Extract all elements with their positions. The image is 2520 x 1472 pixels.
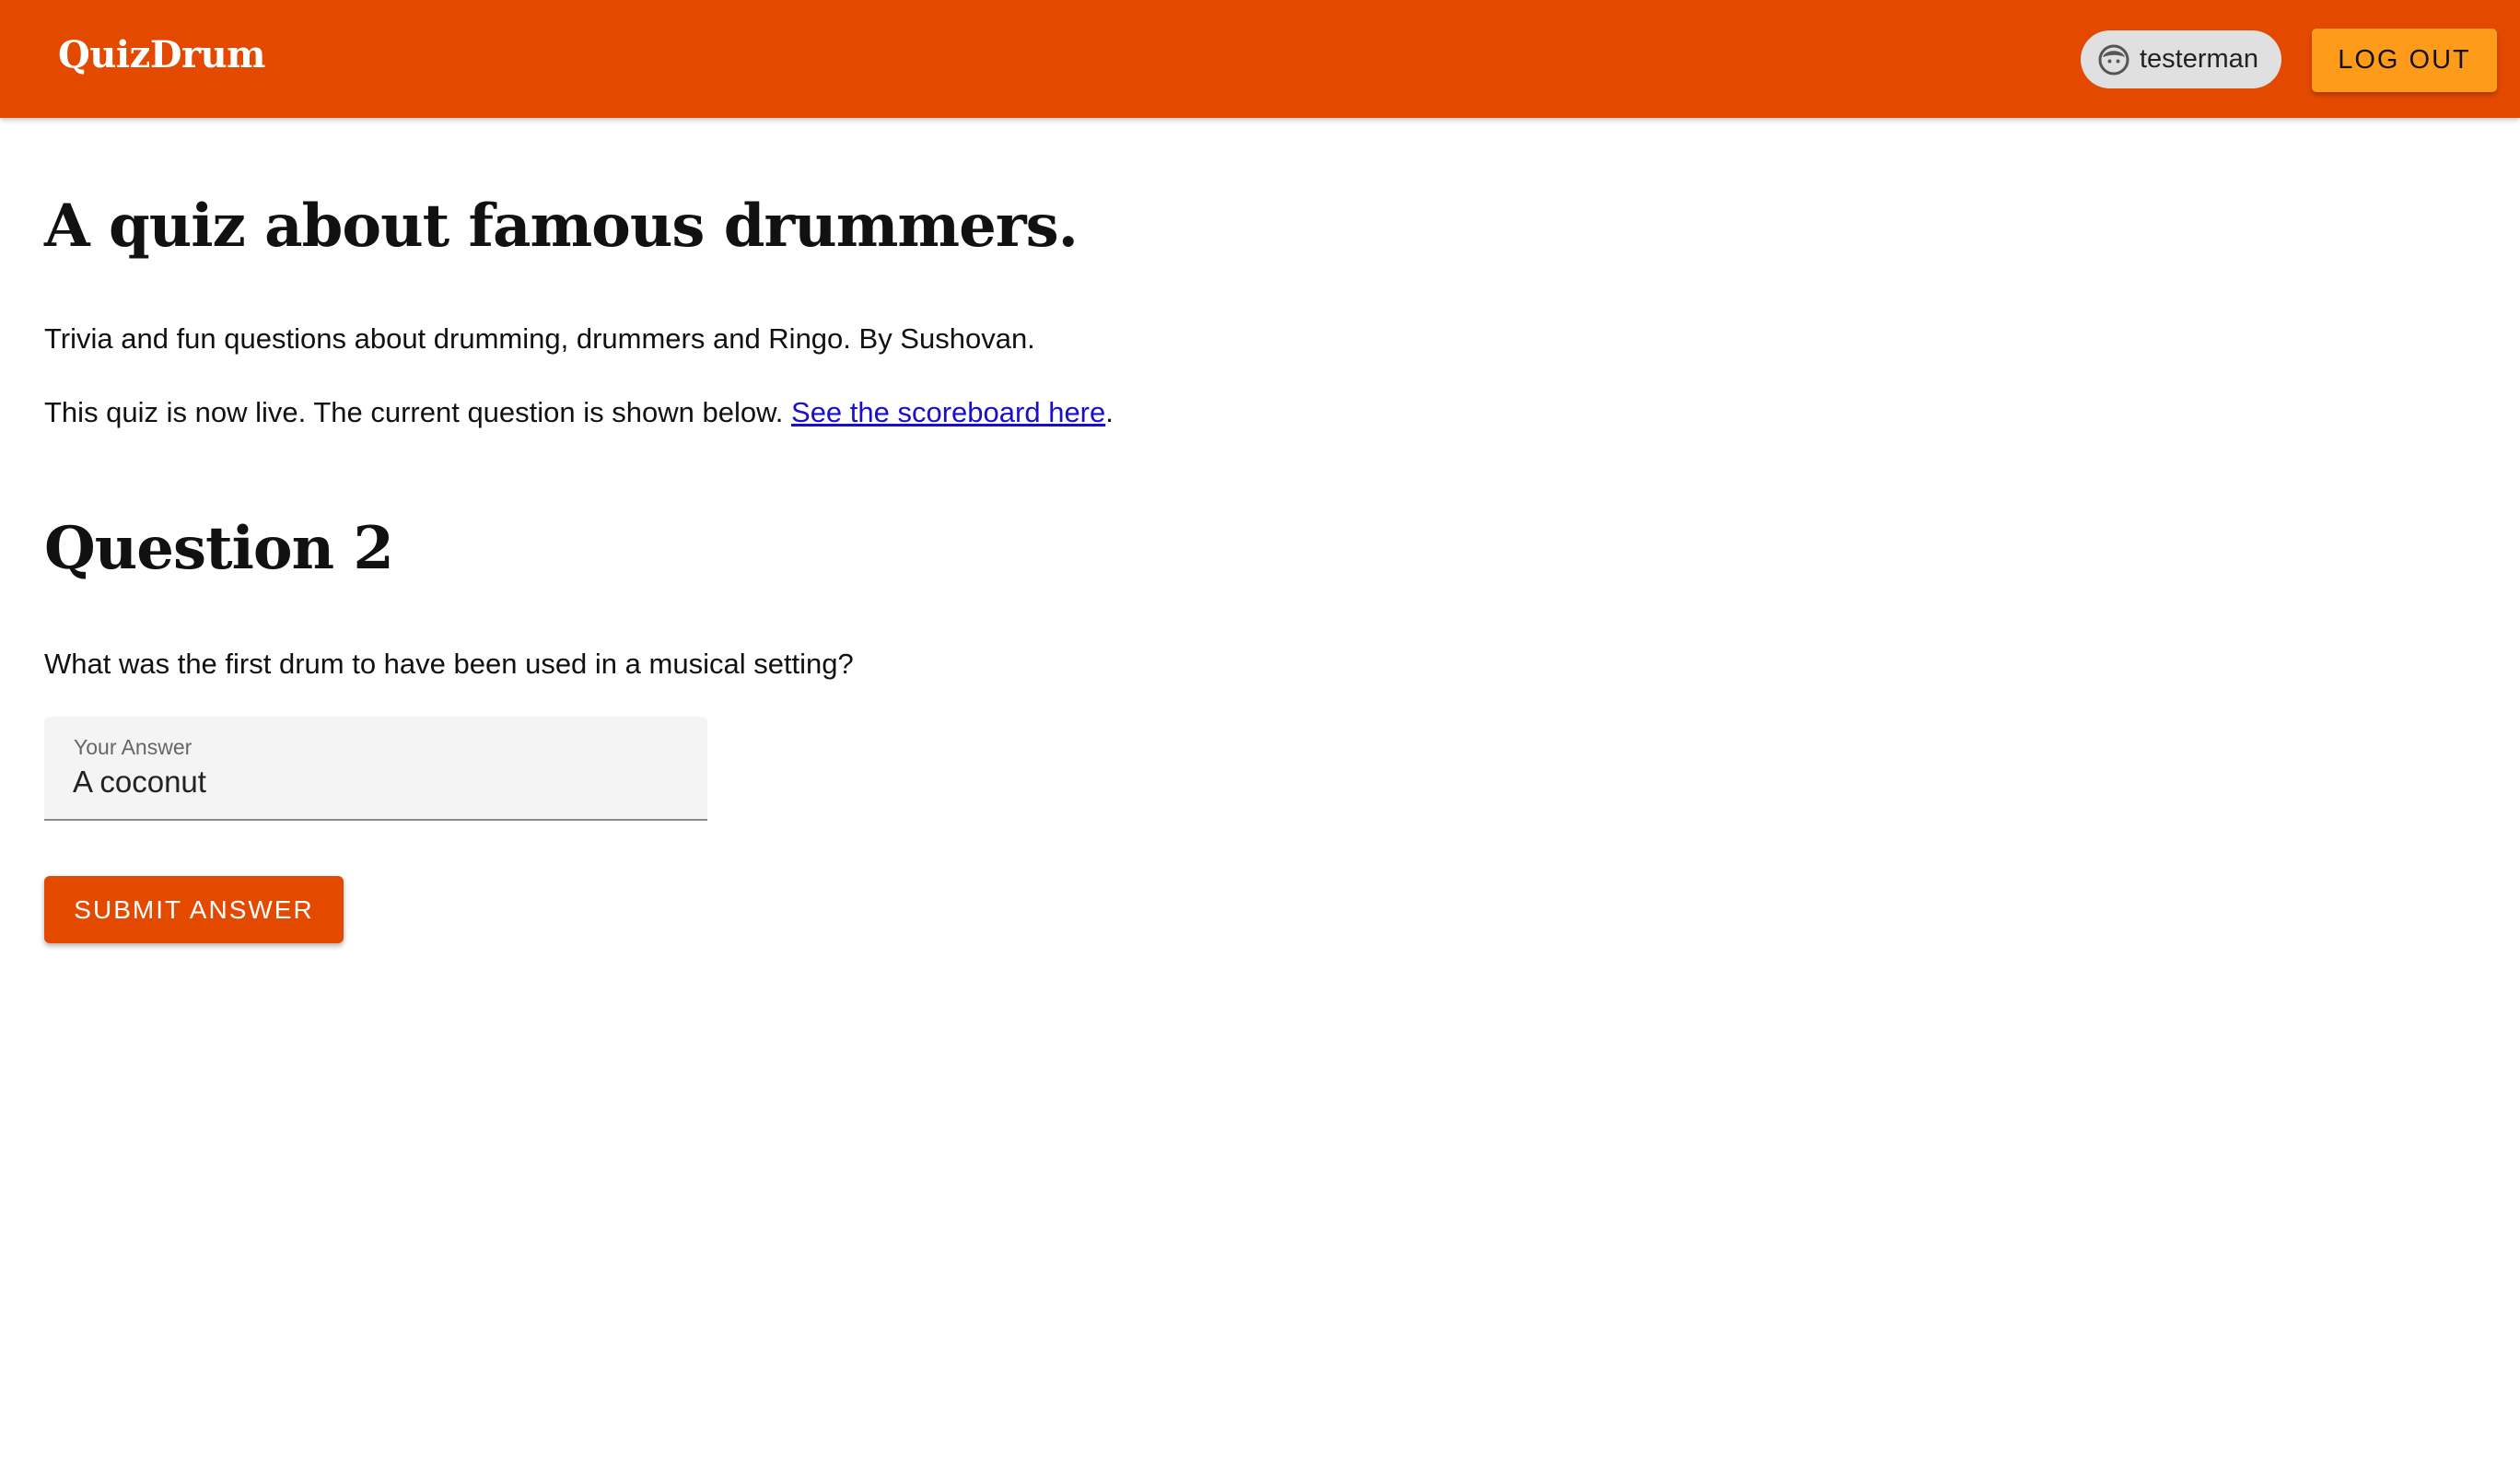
question-text: What was the first drum to have been use… xyxy=(44,648,854,680)
face-icon xyxy=(2097,43,2130,76)
answer-input[interactable] xyxy=(73,765,681,800)
quiz-title: A quiz about famous drummers. xyxy=(44,192,1079,261)
quiz-status: This quiz is now live. The current quest… xyxy=(44,396,1114,429)
answer-field[interactable]: Your Answer xyxy=(44,717,707,821)
brand-logo[interactable]: QuizDrum xyxy=(58,33,266,76)
user-chip[interactable]: testerman xyxy=(2081,30,2281,88)
app-bar: QuizDrum testerman Log Out xyxy=(0,0,2520,118)
quiz-status-suffix: . xyxy=(1105,396,1114,428)
answer-field-label: Your Answer xyxy=(74,735,192,759)
scoreboard-link[interactable]: See the scoreboard here xyxy=(791,396,1105,428)
question-heading: Question 2 xyxy=(44,514,394,583)
quiz-status-text: This quiz is now live. The current quest… xyxy=(44,396,784,428)
submit-answer-button[interactable]: Submit Answer xyxy=(44,876,344,943)
username-label: testerman xyxy=(2140,44,2258,74)
quiz-description: Trivia and fun questions about drumming,… xyxy=(44,322,1035,355)
logout-button[interactable]: Log Out xyxy=(2312,29,2497,92)
